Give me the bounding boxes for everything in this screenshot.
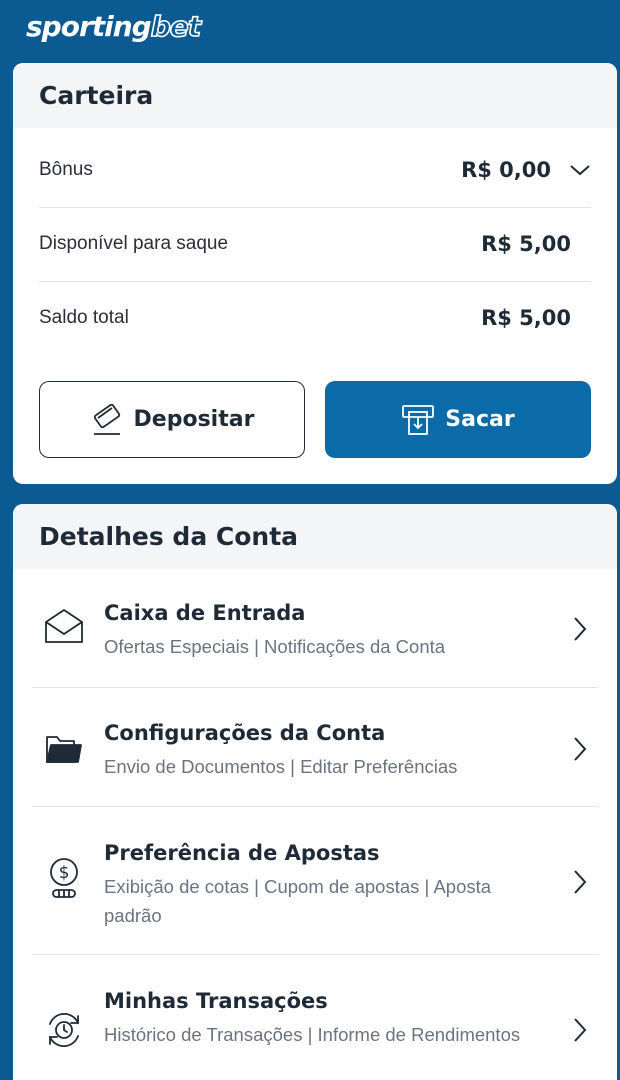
chevron-right-icon <box>574 737 587 761</box>
card-deposit-icon <box>93 403 120 435</box>
deposit-label: Depositar <box>133 407 255 432</box>
total-value: R$ 5,00 <box>481 306 571 330</box>
folder-icon <box>44 728 84 768</box>
chevron-down-icon[interactable] <box>569 163 591 177</box>
inbox-item[interactable]: Caixa de Entrada Ofertas Especiais | Not… <box>32 600 598 688</box>
deposit-button[interactable]: Depositar <box>39 381 305 458</box>
app-header: sportingbet <box>0 0 620 62</box>
total-row: Saldo total R$ 5,00 <box>39 281 591 355</box>
wallet-title: Carteira <box>13 63 617 128</box>
account-settings-subtitle: Envio de Documentos | Editar Preferência… <box>104 756 458 777</box>
divider <box>32 954 598 955</box>
account-details-card: Detalhes da Conta Caixa de Entrada Ofert… <box>13 504 617 1080</box>
available-row: Disponível para saque R$ 5,00 <box>39 207 591 281</box>
account-details-title: Detalhes da Conta <box>13 504 617 569</box>
inbox-subtitle: Ofertas Especiais | Notificações da Cont… <box>104 636 446 657</box>
transaction-clock-icon <box>44 1010 84 1050</box>
chevron-right-icon <box>574 617 587 641</box>
divider <box>32 687 598 688</box>
chevron-right-icon <box>574 870 587 894</box>
wallet-card: Carteira Bônus R$ 0,00 Disponível para s… <box>13 63 617 484</box>
atm-withdraw-icon <box>402 404 435 435</box>
bonus-label: Bônus <box>39 159 93 180</box>
betting-preferences-subtitle: Exibição de cotas | Cupom de apostas | A… <box>104 876 492 926</box>
chevron-right-icon <box>574 1018 587 1042</box>
betting-preferences-item[interactable]: $ Preferência de Apostas Exibição de cot… <box>32 840 598 956</box>
svg-text:$: $ <box>59 863 70 883</box>
betting-preferences-title: Preferência de Apostas <box>104 841 380 865</box>
sportingbet-logo[interactable]: sportingbet <box>26 9 202 44</box>
bonus-row[interactable]: Bônus R$ 0,00 <box>39 133 591 207</box>
dollar-coin-icon: $ <box>44 858 84 898</box>
bonus-value: R$ 0,00 <box>461 158 551 182</box>
total-label: Saldo total <box>39 307 129 328</box>
account-settings-title: Configurações da Conta <box>104 721 386 745</box>
divider <box>32 806 598 807</box>
inbox-title: Caixa de Entrada <box>104 601 306 625</box>
envelope-icon <box>44 606 84 646</box>
available-value: R$ 5,00 <box>481 232 571 256</box>
transactions-subtitle: Histórico de Transações | Informe de Ren… <box>104 1024 521 1045</box>
transactions-item[interactable]: Minhas Transações Histórico de Transaçõe… <box>32 988 598 1080</box>
withdraw-button[interactable]: Sacar <box>325 381 591 458</box>
available-label: Disponível para saque <box>39 233 229 254</box>
account-settings-item[interactable]: Configurações da Conta Envio de Document… <box>32 720 598 808</box>
withdraw-label: Sacar <box>445 407 515 432</box>
transactions-title: Minhas Transações <box>104 989 328 1013</box>
